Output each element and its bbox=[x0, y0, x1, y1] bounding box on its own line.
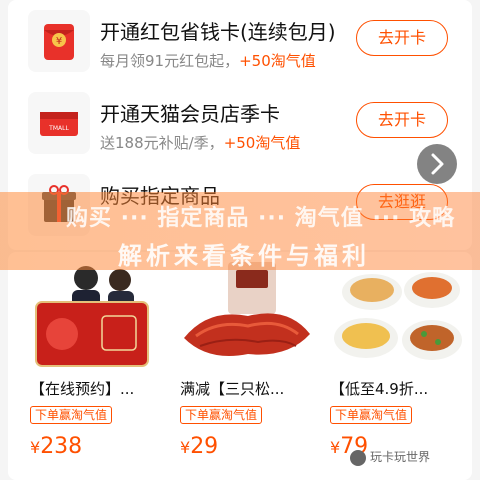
product-title: 【在线预约】... bbox=[30, 380, 135, 398]
task-title: 开通天猫会员店季卡 bbox=[100, 102, 280, 126]
red-envelope-icon: ¥ bbox=[28, 10, 90, 72]
task-sub-text: 送188元补贴/季， bbox=[100, 134, 224, 152]
product-title: 满减【三只松... bbox=[180, 380, 285, 398]
overlay-line-2: 解析来看条件与福利 bbox=[118, 242, 370, 270]
open-card-button[interactable]: 去开卡 bbox=[356, 20, 448, 56]
task-subtitle: 送188元补贴/季，+50淘气值 bbox=[100, 132, 300, 153]
price-currency: ¥ bbox=[180, 438, 191, 457]
product-item[interactable]: 满减【三只松... 下单赢淘气值 ¥29 bbox=[172, 258, 322, 468]
product-tag: 下单赢淘气值 bbox=[30, 406, 113, 424]
svg-text:TMALL: TMALL bbox=[48, 125, 69, 132]
svg-text:¥: ¥ bbox=[56, 36, 62, 47]
task-reward: +50淘气值 bbox=[239, 52, 316, 70]
tmall-card-icon: TMALL bbox=[28, 92, 90, 154]
price-currency: ¥ bbox=[30, 438, 41, 457]
task-sub-text: 每月领91元红包起， bbox=[100, 52, 240, 70]
product-tag: 下单赢淘气值 bbox=[180, 406, 263, 424]
health-checkup-card-image bbox=[28, 258, 168, 368]
price-value: 29 bbox=[190, 434, 219, 459]
overlay-line-1: 购买 ··· 指定商品 ··· 淘气值 ··· 攻略 bbox=[66, 206, 456, 231]
watermark: 玩卡玩世界 bbox=[350, 448, 430, 466]
price-currency: ¥ bbox=[330, 438, 341, 457]
food-dishes-image bbox=[328, 258, 468, 368]
watermark-logo-icon bbox=[350, 449, 366, 466]
task-subtitle: 每月领91元红包起，+50淘气值 bbox=[100, 50, 316, 71]
product-item[interactable]: 【低至4.9折... 下单赢淘气值 ¥79 bbox=[322, 258, 472, 468]
product-title: 【低至4.9折... bbox=[330, 380, 429, 398]
product-item[interactable]: 【在线预约】... 下单赢淘气值 ¥238 bbox=[22, 258, 172, 468]
task-row-savings-card[interactable]: ¥ 开通红包省钱卡(连续包月) 每月领91元红包起，+50淘气值 去开卡 bbox=[18, 2, 462, 86]
product-price: ¥238 bbox=[30, 434, 82, 459]
price-value: 238 bbox=[40, 434, 83, 459]
chevron-right-icon bbox=[431, 153, 444, 175]
watermark-text: 玩卡玩世界 bbox=[370, 450, 431, 464]
open-card-button[interactable]: 去开卡 bbox=[356, 102, 448, 138]
task-title: 开通红包省钱卡(连续包月) bbox=[100, 20, 336, 44]
carousel-next-button[interactable] bbox=[417, 144, 457, 184]
product-price: ¥29 bbox=[180, 434, 218, 459]
task-reward: +50淘气值 bbox=[223, 134, 301, 152]
task-row-tmall-season-card[interactable]: TMALL 开通天猫会员店季卡 送188元补贴/季，+50淘气值 去开卡 bbox=[18, 84, 462, 168]
product-tag: 下单赢淘气值 bbox=[330, 406, 413, 424]
beef-jerky-image bbox=[178, 258, 318, 368]
